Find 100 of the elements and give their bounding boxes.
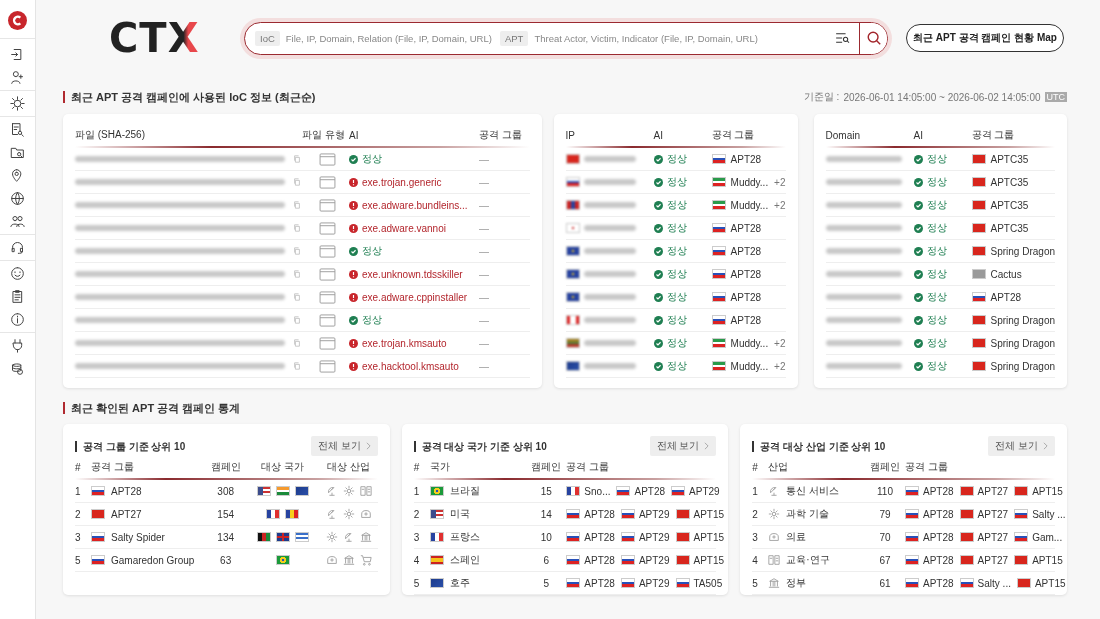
group-name[interactable]: APTC35 bbox=[990, 153, 1029, 165]
group-name[interactable]: APT29 bbox=[638, 531, 670, 543]
group-name[interactable]: APT28 bbox=[730, 245, 762, 257]
group-name[interactable]: Spring Dragon bbox=[990, 245, 1055, 257]
flag-icon bbox=[959, 578, 974, 588]
group-name[interactable]: APT29 bbox=[638, 577, 670, 589]
row-name[interactable]: APT28 bbox=[111, 485, 142, 497]
row-name[interactable]: 과학 기술 bbox=[786, 507, 830, 521]
flag-icon bbox=[275, 555, 290, 565]
group-name[interactable]: Muddy... bbox=[730, 360, 769, 372]
group-name[interactable]: APT28 bbox=[584, 508, 615, 520]
view-all-button[interactable]: 전체 보기 bbox=[649, 436, 717, 456]
group-name[interactable]: APT28 bbox=[923, 531, 954, 543]
group-name[interactable]: Salty ... bbox=[1032, 508, 1066, 520]
folder-search-icon[interactable] bbox=[10, 145, 25, 160]
rank-cell-text: 2 bbox=[413, 508, 421, 520]
group-name[interactable]: TA505 bbox=[693, 577, 723, 589]
view-all-button[interactable]: 전체 보기 bbox=[988, 436, 1055, 456]
group-name[interactable]: APT29 bbox=[638, 554, 670, 566]
clipboard-icon[interactable] bbox=[10, 289, 25, 304]
column-header: AI bbox=[653, 129, 664, 141]
group-name[interactable]: APT28 bbox=[730, 222, 762, 234]
report-search-icon[interactable] bbox=[10, 122, 25, 137]
flag-icon bbox=[711, 338, 726, 348]
row-name[interactable]: 정부 bbox=[786, 576, 807, 590]
row-name[interactable]: 프랑스 bbox=[449, 530, 480, 544]
group-name[interactable]: APT28 bbox=[990, 291, 1022, 303]
ai-verdict: 정상 bbox=[926, 221, 947, 235]
ai-verdict: 정상 bbox=[666, 175, 687, 189]
headset-icon[interactable] bbox=[10, 240, 25, 255]
group-name[interactable]: APT28 bbox=[730, 153, 762, 165]
group-name[interactable]: Spring Dragon bbox=[990, 314, 1055, 326]
window-icon bbox=[319, 359, 336, 373]
flag-icon bbox=[971, 154, 986, 164]
row-name[interactable]: 브라질 bbox=[449, 484, 480, 498]
group-name[interactable]: APT28 bbox=[923, 554, 954, 566]
group-name[interactable]: APT15 bbox=[693, 554, 725, 566]
info-icon[interactable] bbox=[10, 312, 25, 327]
group-name[interactable]: Muddy... bbox=[730, 176, 769, 188]
building-icon bbox=[342, 554, 355, 566]
cart-icon bbox=[359, 554, 372, 566]
flag-icon bbox=[959, 532, 974, 542]
row-name[interactable]: 교육·연구 bbox=[786, 553, 830, 567]
group-name[interactable]: APTC35 bbox=[990, 199, 1029, 211]
group-name[interactable]: APT28 bbox=[634, 485, 666, 497]
group-name[interactable]: APT27 bbox=[977, 554, 1009, 566]
globe-icon[interactable] bbox=[10, 191, 25, 206]
flag-icon bbox=[429, 486, 444, 496]
group-name[interactable]: APT28 bbox=[584, 554, 615, 566]
view-all-button[interactable]: 전체 보기 bbox=[310, 436, 378, 456]
group-name[interactable]: APT27 bbox=[977, 531, 1009, 543]
row-name[interactable]: 호주 bbox=[449, 576, 470, 590]
row-name[interactable]: Salty Spider bbox=[111, 531, 165, 543]
users-icon[interactable] bbox=[10, 214, 25, 229]
user-add-icon[interactable] bbox=[10, 70, 25, 85]
group-name[interactable]: APT15 bbox=[1032, 554, 1063, 566]
row-name[interactable]: APT27 bbox=[111, 508, 142, 520]
map-button[interactable]: 최근 APT 공격 캠페인 현황 Map bbox=[906, 24, 1064, 52]
row-name[interactable]: 통신 서비스 bbox=[786, 484, 840, 498]
group-name[interactable]: APT28 bbox=[730, 291, 762, 303]
group-name[interactable]: APT28 bbox=[584, 531, 615, 543]
blurred-ip bbox=[583, 156, 636, 162]
logo-icon[interactable] bbox=[8, 11, 27, 30]
smiley-icon[interactable] bbox=[10, 266, 25, 281]
group-name[interactable]: Muddy... bbox=[730, 199, 769, 211]
row-name[interactable]: 미국 bbox=[449, 507, 470, 521]
group-name[interactable]: Spring Dragon bbox=[990, 337, 1055, 349]
group-name[interactable]: APT28 bbox=[923, 485, 954, 497]
group-name[interactable]: Sno... bbox=[584, 485, 611, 497]
group-name[interactable]: APT27 bbox=[977, 485, 1009, 497]
group-name[interactable]: APT27 bbox=[977, 508, 1009, 520]
column-header: 파일 유형 bbox=[301, 128, 346, 142]
row-name[interactable]: 의료 bbox=[786, 530, 807, 544]
window-icon bbox=[319, 290, 336, 304]
group-name[interactable]: APTC35 bbox=[990, 176, 1029, 188]
group-name[interactable]: APTC35 bbox=[990, 222, 1029, 234]
flag-icon bbox=[711, 269, 726, 279]
group-name[interactable]: APT28 bbox=[730, 314, 762, 326]
group-name[interactable]: APT28 bbox=[923, 577, 954, 589]
group-name[interactable]: APT29 bbox=[689, 485, 720, 497]
plug-icon[interactable] bbox=[10, 338, 25, 353]
flag-icon bbox=[971, 269, 986, 279]
group-name[interactable]: APT15 bbox=[693, 508, 725, 520]
group-name[interactable]: Cactus bbox=[990, 268, 1022, 280]
group-name[interactable]: Salty ... bbox=[977, 577, 1011, 589]
group-name[interactable]: APT28 bbox=[730, 268, 762, 280]
group-name[interactable]: APT29 bbox=[638, 508, 670, 520]
group-name[interactable]: APT15 bbox=[1032, 485, 1063, 497]
coins-icon[interactable] bbox=[10, 361, 25, 376]
timezone-badge: UTC bbox=[1044, 92, 1067, 102]
group-name[interactable]: Spring Dragon bbox=[990, 360, 1055, 372]
row-name[interactable]: Gamaredon Group bbox=[111, 554, 195, 566]
group-name[interactable]: APT28 bbox=[584, 577, 615, 589]
group-name[interactable]: APT15 bbox=[1034, 577, 1066, 589]
group-name[interactable]: APT15 bbox=[693, 531, 725, 543]
row-name[interactable]: 스페인 bbox=[449, 553, 480, 567]
group-name[interactable]: APT28 bbox=[923, 508, 954, 520]
group-name[interactable]: Gam... bbox=[1032, 531, 1063, 543]
group-name[interactable]: Muddy... bbox=[730, 337, 769, 349]
flag-icon bbox=[1014, 555, 1029, 565]
